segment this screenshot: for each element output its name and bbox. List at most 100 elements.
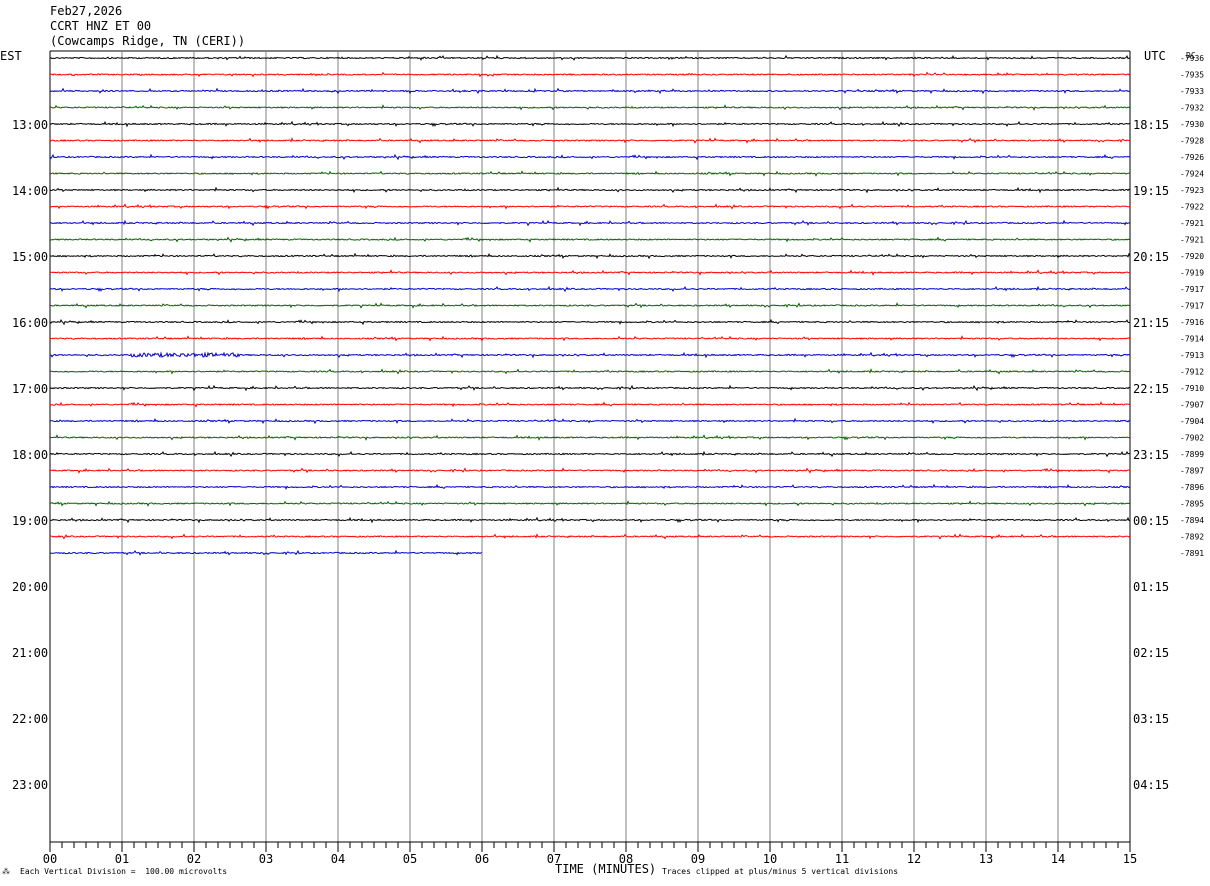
utc-time-label: 03:15 — [1133, 712, 1169, 726]
seismic-trace — [50, 434, 1131, 441]
est-time-label: 16:00 — [12, 316, 48, 330]
seismic-trace — [49, 318, 1130, 326]
seismic-trace — [49, 417, 1131, 425]
seismogram-plot: -7936-7935-7933-7932-7930-7928-7926-7924… — [0, 49, 1204, 876]
seismic-trace — [49, 533, 1131, 540]
x-tick-label: 13 — [979, 852, 993, 866]
seismic-trace — [49, 186, 1131, 194]
minute-grid — [49, 50, 1131, 842]
est-time-label: 15:00 — [12, 250, 48, 264]
x-tick-label: 04 — [331, 852, 345, 866]
dc-offset-label: -7932 — [1180, 104, 1204, 113]
dc-offset-label: -7904 — [1180, 417, 1204, 426]
x-tick-label: 02 — [187, 852, 201, 866]
dc-offset-label: -7917 — [1180, 285, 1204, 294]
utc-time-label: 00:15 — [1133, 514, 1169, 528]
seismic-trace — [49, 401, 1131, 408]
seismic-trace — [49, 236, 1131, 243]
dc-label: DC — [1186, 51, 1196, 60]
est-time-label: 22:00 — [12, 712, 48, 726]
utc-time-label: 19:15 — [1133, 184, 1169, 198]
utc-time-label: 23:15 — [1133, 448, 1169, 462]
seismic-trace — [49, 500, 1131, 507]
dc-offset-label: -7899 — [1180, 450, 1204, 459]
dc-offset-label: -7930 — [1180, 120, 1204, 129]
x-tick-label: 14 — [1051, 852, 1065, 866]
dc-offset-label: -7912 — [1180, 368, 1204, 377]
time-labels: 13:00 18:15 14:00 19:15 15:00 20:15 16:00 21:15… — [12, 118, 1169, 792]
seismic-trace — [50, 252, 1131, 260]
x-tick-label: 15 — [1123, 852, 1137, 866]
x-tick-label: 11 — [835, 852, 849, 866]
dc-offset-label: -7916 — [1180, 318, 1204, 327]
x-tick-label: 09 — [691, 852, 705, 866]
utc-label: UTC — [1144, 49, 1166, 63]
est-time-label: 23:00 — [12, 778, 48, 792]
utc-time-label: 01:15 — [1133, 580, 1169, 594]
dc-offset-label: -7897 — [1180, 467, 1204, 476]
x-tick-label: 03 — [259, 852, 273, 866]
est-time-label: 21:00 — [12, 646, 48, 660]
est-time-label: 13:00 — [12, 118, 48, 132]
dc-offset-label: -7892 — [1180, 533, 1204, 542]
est-time-label: 18:00 — [12, 448, 48, 462]
dc-offset-label: -7910 — [1180, 384, 1204, 393]
utc-time-label: 21:15 — [1133, 316, 1169, 330]
seismic-trace — [49, 516, 1130, 524]
x-tick-label: 06 — [475, 852, 489, 866]
seismic-trace — [49, 104, 1131, 111]
seismic-trace — [49, 450, 1131, 458]
dc-offset-label: -7920 — [1180, 252, 1204, 261]
x-tick-label: 12 — [907, 852, 921, 866]
x-tick-label: 10 — [763, 852, 777, 866]
dc-offset-label: -7921 — [1180, 236, 1204, 245]
x-tick-label: 05 — [403, 852, 417, 866]
seismic-trace — [49, 219, 1131, 227]
dc-offset-label: -7907 — [1180, 401, 1204, 410]
scale-note: Each Vertical Division = 100.00 microvol… — [20, 867, 228, 876]
est-time-label: 14:00 — [12, 184, 48, 198]
dc-offset-label: -7933 — [1180, 87, 1204, 96]
seismic-trace — [49, 71, 1131, 78]
est-label: EST — [0, 49, 22, 63]
clip-note: Traces clipped at plus/minus 5 vertical … — [662, 867, 899, 876]
est-time-label: 19:00 — [12, 514, 48, 528]
x-tick-label: 01 — [115, 852, 129, 866]
dc-offset-label: -7913 — [1180, 351, 1204, 360]
seismic-trace — [49, 203, 1130, 210]
seismic-trace — [50, 351, 1131, 359]
seismic-trace — [49, 137, 1131, 144]
dc-offset-label: -7923 — [1180, 186, 1204, 195]
utc-time-label: 04:15 — [1133, 778, 1169, 792]
seismic-trace — [49, 120, 1131, 128]
seismic-trace — [49, 170, 1131, 177]
dc-offset-label: -7922 — [1180, 203, 1204, 212]
seismic-trace — [49, 483, 1131, 490]
seismic-trace — [49, 153, 1131, 161]
seismic-trace — [49, 54, 1131, 61]
est-time-label: 20:00 — [12, 580, 48, 594]
small-mark-icon: ⁂ — [2, 867, 10, 876]
utc-time-label: 20:15 — [1133, 250, 1169, 264]
dc-offset-label: -7919 — [1180, 269, 1204, 278]
x-axis-title: TIME (MINUTES) — [555, 862, 656, 876]
seismic-trace — [49, 285, 1131, 293]
dc-offset-label: -7921 — [1180, 219, 1204, 228]
seismic-trace — [49, 269, 1131, 276]
utc-time-label: 22:15 — [1133, 382, 1169, 396]
dc-offset-label: -7928 — [1180, 137, 1204, 146]
utc-time-label: 18:15 — [1133, 118, 1169, 132]
seismic-trace — [49, 368, 1131, 375]
dc-offset-label: -7917 — [1180, 302, 1204, 311]
seismic-traces: -7936-7935-7933-7932-7930-7928-7926-7924… — [49, 54, 1204, 558]
seismic-trace — [49, 384, 1131, 392]
est-time-label: 17:00 — [12, 382, 48, 396]
dc-offset-label: -7935 — [1180, 71, 1204, 80]
seismic-trace — [49, 87, 1131, 95]
seismic-trace — [50, 335, 1131, 342]
dc-offset-label: -7894 — [1180, 516, 1204, 525]
x-tick-label: 00 — [43, 852, 57, 866]
seismic-trace — [50, 302, 1131, 309]
dc-offset-label: -7891 — [1180, 549, 1204, 558]
dc-offset-label: -7896 — [1180, 483, 1204, 492]
